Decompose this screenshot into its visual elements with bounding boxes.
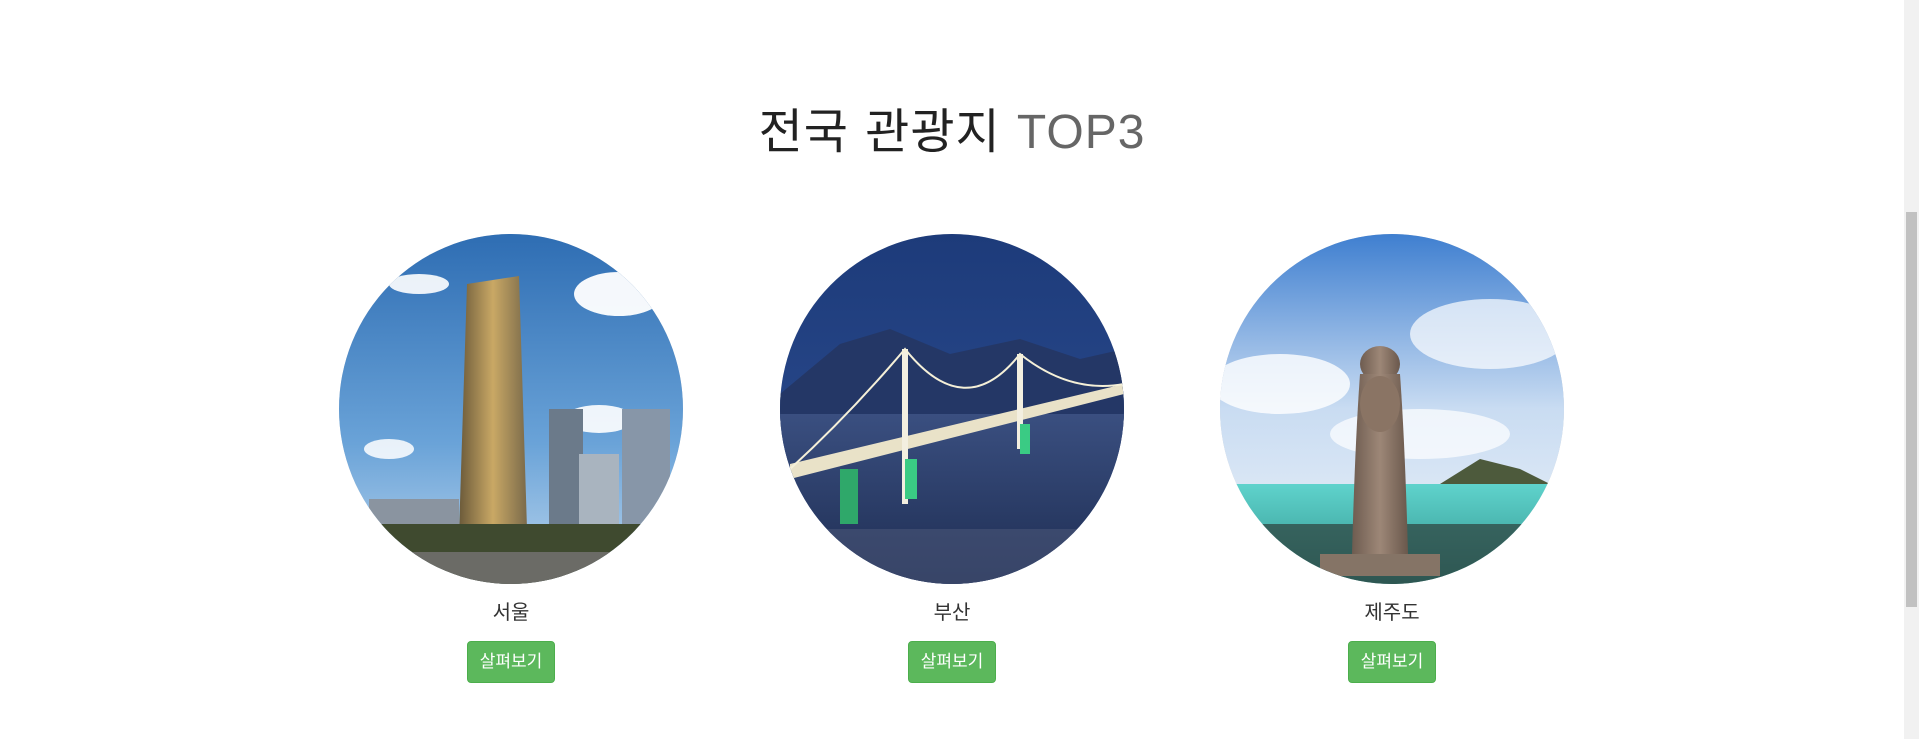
explore-button-jeju[interactable]: 살펴보기 [1347, 641, 1437, 683]
explore-button-seoul[interactable]: 살펴보기 [466, 641, 556, 683]
destination-card-busan: 부산 살펴보기 [780, 234, 1124, 683]
destination-image-jeju [1220, 234, 1564, 584]
section-title-accent: TOP3 [1016, 106, 1146, 159]
scrollbar-thumb[interactable] [1906, 212, 1917, 607]
explore-button-busan[interactable]: 살펴보기 [907, 641, 997, 683]
destination-image-busan [780, 234, 1124, 584]
destination-name: 제주도 [1364, 600, 1420, 624]
destination-name: 부산 [933, 600, 971, 624]
page: 전국 관광지 TOP3 서울 살펴보기 부산 살펴보기 제주도 살펴보기 [0, 0, 1904, 739]
destination-image-seoul [339, 234, 683, 584]
section-title: 전국 관광지 TOP3 [0, 100, 1904, 165]
destination-name: 서울 [492, 600, 530, 624]
destination-card-jeju: 제주도 살펴보기 [1220, 234, 1564, 683]
vertical-scrollbar[interactable] [1904, 0, 1919, 739]
destination-card-seoul: 서울 살펴보기 [339, 234, 683, 683]
section-title-main: 전국 관광지 [758, 104, 1001, 160]
